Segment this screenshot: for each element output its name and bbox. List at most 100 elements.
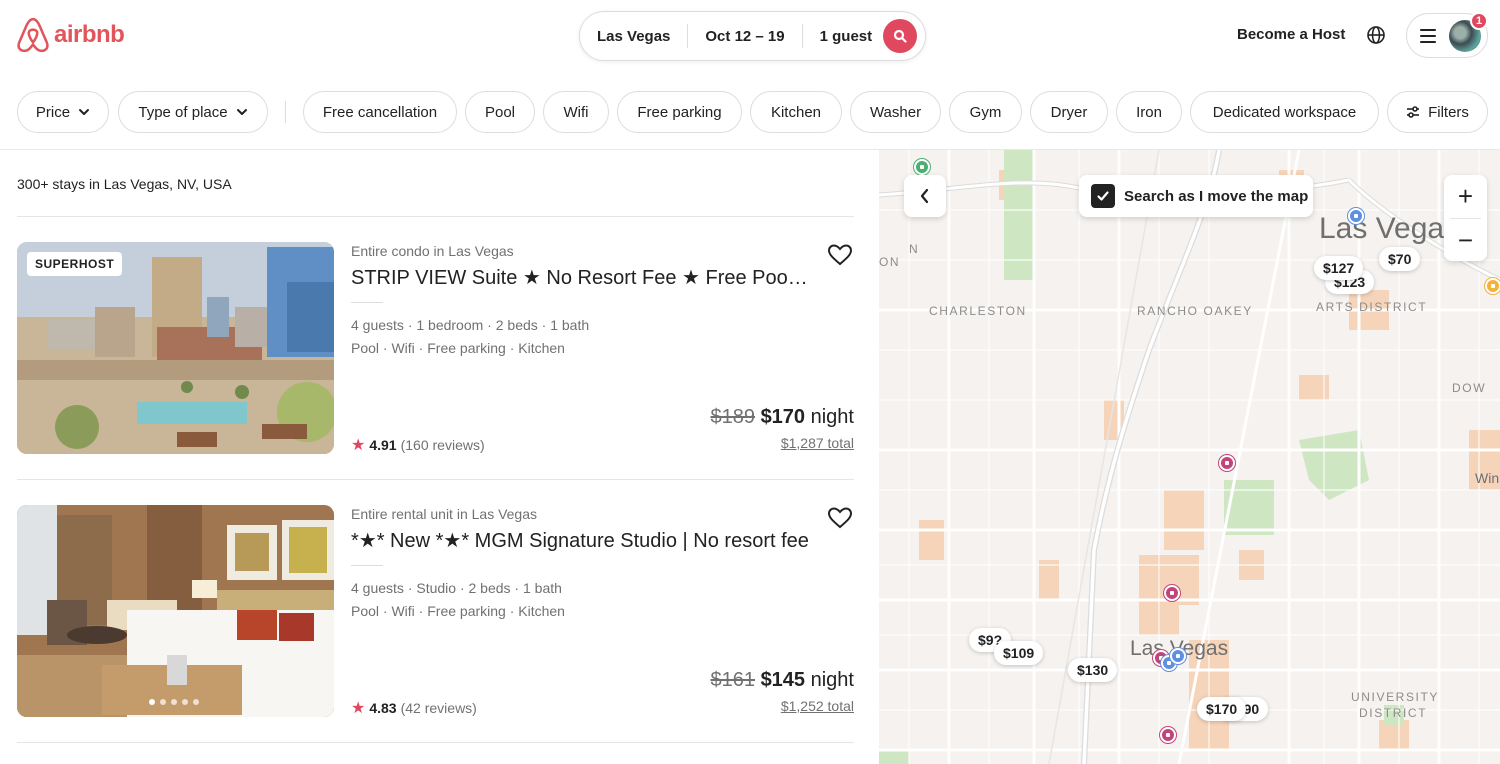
- listing-photo[interactable]: [17, 505, 334, 717]
- poi-marker[interactable]: [1348, 208, 1364, 224]
- listing-amenities: Pool · Wifi · Free parking · Kitchen: [351, 340, 565, 356]
- total-price-link[interactable]: $1,287 total: [781, 435, 854, 451]
- search-button[interactable]: [883, 19, 917, 53]
- map-label-district: DISTRICT: [1359, 706, 1428, 720]
- collapse-map-button[interactable]: [904, 175, 946, 217]
- original-price: $161: [710, 669, 756, 691]
- poi-marker[interactable]: [1160, 727, 1176, 743]
- poi-marker[interactable]: [1485, 278, 1500, 294]
- price-unit: night: [805, 406, 854, 428]
- poi-marker[interactable]: [914, 159, 930, 175]
- type-of-place-dropdown[interactable]: Type of place: [118, 91, 268, 133]
- become-host-link[interactable]: Become a Host: [1237, 26, 1345, 43]
- chip-label: Free parking: [637, 103, 722, 121]
- review-count: (42 reviews): [400, 700, 477, 716]
- listing-title[interactable]: *★* New *★* MGM Signature Studio | No re…: [351, 528, 809, 553]
- map-label-rancho-oakey: RANCHO OAKEY: [1137, 304, 1253, 318]
- map-zoom-controls: + −: [1444, 175, 1487, 261]
- chip-label: Type of place: [138, 103, 228, 121]
- listing-rating: ★ 4.91 (160 reviews): [351, 435, 485, 455]
- search-guests[interactable]: 1 guest: [803, 28, 890, 45]
- checkmark-icon: [1097, 191, 1109, 201]
- map-price-pin[interactable]: $170: [1197, 697, 1247, 721]
- filter-divider: [285, 101, 286, 123]
- listing-rooms: 4 guests · Studio · 2 beds · 1 bath: [351, 580, 562, 596]
- airbnb-belo-icon: [17, 17, 49, 53]
- rating-value: 4.83: [369, 700, 397, 716]
- review-count: (160 reviews): [400, 437, 485, 453]
- chip-dedicated-workspace[interactable]: Dedicated workspace: [1190, 91, 1379, 133]
- search-as-move-checkbox[interactable]: [1091, 184, 1115, 208]
- search-bar[interactable]: Las Vegas Oct 12 – 19 1 guest: [579, 11, 926, 61]
- chip-label: Dryer: [1050, 103, 1088, 121]
- photo-carousel-dots[interactable]: [149, 699, 199, 705]
- map-price-pin[interactable]: $130: [1068, 658, 1118, 682]
- poi-marker[interactable]: [1170, 648, 1186, 664]
- chip-label: Filters: [1428, 103, 1469, 121]
- map-label-win: Win: [1475, 470, 1500, 486]
- chip-gym[interactable]: Gym: [949, 91, 1022, 133]
- divider: [17, 479, 854, 480]
- menu-icon: [1420, 29, 1436, 43]
- price-filter-dropdown[interactable]: Price: [17, 91, 109, 133]
- search-location[interactable]: Las Vegas: [580, 28, 687, 45]
- search-dates[interactable]: Oct 12 – 19: [688, 28, 801, 45]
- chip-label: Free cancellation: [322, 103, 438, 121]
- listing-photo[interactable]: SUPERHOST: [17, 242, 334, 454]
- chip-label: Gym: [969, 103, 1002, 121]
- chip-free-cancellation[interactable]: Free cancellation: [303, 91, 457, 133]
- filters-button[interactable]: Filters: [1387, 91, 1488, 133]
- price-unit: night: [805, 669, 854, 691]
- hotel-room-image: [17, 505, 334, 717]
- total-price-link[interactable]: $1,252 total: [781, 698, 854, 714]
- results-count: 300+ stays in Las Vegas, NV, USA: [17, 176, 232, 192]
- listing-subtitle: Entire condo in Las Vegas: [351, 243, 514, 259]
- star-icon: ★: [351, 437, 366, 454]
- chip-wifi[interactable]: Wifi: [543, 91, 609, 133]
- map-price-pin[interactable]: $127: [1314, 256, 1364, 280]
- notification-badge: 1: [1470, 12, 1488, 30]
- globe-icon[interactable]: [1366, 25, 1386, 45]
- chip-label: Wifi: [563, 103, 589, 121]
- chip-label: Kitchen: [770, 103, 822, 121]
- star-icon: ★: [351, 700, 366, 717]
- chip-washer[interactable]: Washer: [850, 91, 941, 133]
- map-label-edge: N: [909, 242, 920, 256]
- chip-iron[interactable]: Iron: [1116, 91, 1182, 133]
- poi-marker[interactable]: [1164, 585, 1180, 601]
- listing-card[interactable]: SUPERHOST Entire condo in Las Vegas STRI…: [17, 242, 854, 454]
- chip-label: Dedicated workspace: [1212, 103, 1357, 121]
- map-price-pin[interactable]: $109: [994, 641, 1044, 665]
- listing-rating: ★ 4.83 (42 reviews): [351, 698, 477, 718]
- heart-icon[interactable]: [827, 242, 853, 268]
- zoom-out-button[interactable]: −: [1444, 219, 1487, 262]
- listing-card[interactable]: Entire rental unit in Las Vegas *★* New …: [17, 505, 854, 717]
- poi-marker[interactable]: [1219, 455, 1235, 471]
- listing-results: 300+ stays in Las Vegas, NV, USA SUPERHO…: [0, 150, 878, 764]
- chevron-down-icon: [79, 109, 90, 115]
- listing-details: 4 guests · 1 bedroom · 2 beds · 1 bath P…: [351, 314, 589, 360]
- superhost-badge: SUPERHOST: [27, 252, 123, 276]
- search-as-move-label: Search as I move the map: [1124, 187, 1309, 205]
- map-label-downtown: DOW: [1452, 381, 1487, 395]
- filter-bar: Price Type of place Free cancellation Po…: [0, 91, 1500, 133]
- map-price-pin[interactable]: $70: [1379, 247, 1421, 271]
- search-as-move-toggle[interactable]: Search as I move the map: [1079, 175, 1313, 217]
- chevron-down-icon: [236, 109, 247, 115]
- heart-icon[interactable]: [827, 505, 853, 531]
- listing-price: $161 $145 night: [711, 669, 855, 692]
- chip-label: Iron: [1136, 103, 1162, 121]
- listing-amenities: Pool · Wifi · Free parking · Kitchen: [351, 603, 565, 619]
- header: airbnb Las Vegas Oct 12 – 19 1 guest Bec…: [0, 0, 1500, 74]
- chip-kitchen[interactable]: Kitchen: [750, 91, 842, 133]
- chip-pool[interactable]: Pool: [465, 91, 535, 133]
- listing-title[interactable]: STRIP VIEW Suite ★ No Resort Fee ★ Free …: [351, 265, 811, 290]
- current-price: $170: [760, 406, 806, 428]
- airbnb-logo[interactable]: airbnb: [16, 17, 125, 53]
- map[interactable]: CHARLESTON RANCHO OAKEY ARTS DISTRICT N …: [879, 150, 1500, 764]
- chip-free-parking[interactable]: Free parking: [617, 91, 742, 133]
- listing-price: $189 $170 night: [711, 406, 855, 429]
- chip-dryer[interactable]: Dryer: [1030, 91, 1108, 133]
- zoom-in-button[interactable]: +: [1444, 175, 1487, 218]
- map-label-charleston: CHARLESTON: [929, 304, 1027, 318]
